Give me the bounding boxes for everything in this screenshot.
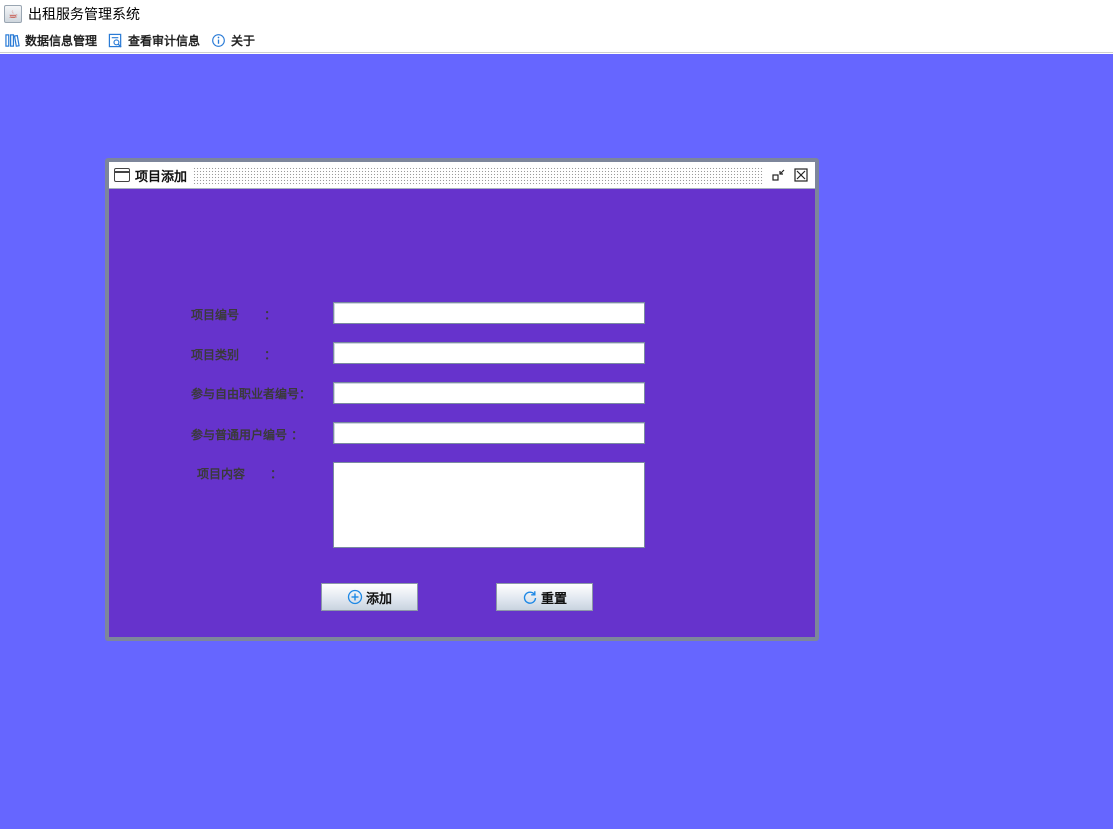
menu-audit-view[interactable]: 查看审计信息 (103, 29, 206, 51)
reset-button-label: 重置 (540, 591, 567, 607)
menu-bar: 数据信息管理 查看审计信息 关于 (0, 28, 1113, 53)
freelancer-id-label: 参与自由职业者编号： (191, 387, 312, 401)
menu-about-label: 关于 (231, 33, 256, 48)
user-id-label: 参与普通用户编号 ： (191, 428, 304, 442)
project-content-label: 项目内容 ： (197, 467, 283, 481)
project-content-textarea[interactable] (333, 462, 645, 548)
title-bar-grip (193, 166, 763, 184)
menu-data-manage[interactable]: 数据信息管理 (0, 29, 103, 51)
add-button[interactable]: 添加 (321, 583, 418, 611)
project-add-form: 项目编号 ： 项目类别 ： 参与自由职业者编号： 参与普通用户编号 ： 项目内容… (109, 189, 815, 637)
project-type-label: 项目类别 ： (191, 348, 277, 362)
java-app-icon: ☕ (4, 5, 22, 23)
add-button-label: 添加 (365, 591, 392, 607)
user-id-input[interactable] (333, 422, 645, 444)
close-icon (794, 168, 808, 182)
menu-data-manage-label: 数据信息管理 (25, 33, 98, 48)
project-id-input[interactable] (333, 302, 645, 324)
window-title-bar: ☕ 出租服务管理系统 (0, 0, 1113, 28)
data-manage-icon (5, 33, 20, 47)
reset-button[interactable]: 重置 (496, 583, 593, 611)
frame-title-bar[interactable]: 项目添加 (109, 162, 815, 189)
frame-window-icon (114, 168, 130, 182)
frame-title: 项目添加 (135, 169, 188, 185)
menu-audit-view-label: 查看审计信息 (128, 33, 201, 48)
project-id-label: 项目编号 ： (191, 308, 277, 322)
freelancer-id-input[interactable] (333, 382, 645, 404)
frame-restore-button[interactable] (771, 167, 787, 183)
project-add-frame: 项目添加 项目编号 ： 项目类别 ： 参与自由职业者编号： 参与普通用户编号 ：… (105, 158, 819, 641)
frame-close-button[interactable] (793, 167, 809, 183)
menu-about[interactable]: 关于 (206, 29, 261, 51)
refresh-icon (523, 591, 537, 604)
info-icon (212, 33, 225, 47)
project-type-input[interactable] (333, 342, 645, 364)
audit-view-icon (108, 33, 122, 48)
add-circle-icon (347, 589, 363, 605)
window-title: 出租服务管理系统 (28, 7, 140, 23)
restore-icon (772, 169, 785, 181)
